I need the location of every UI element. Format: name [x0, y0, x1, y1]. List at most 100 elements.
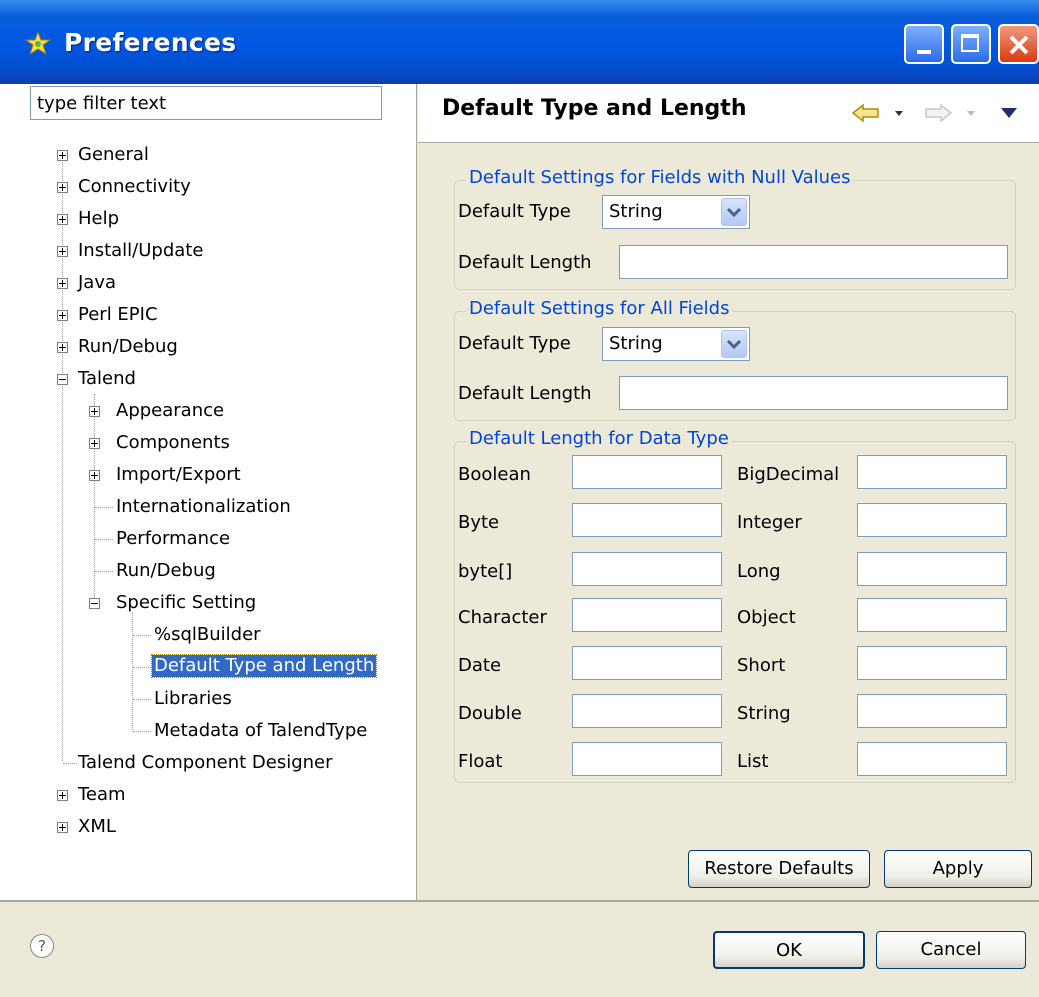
tree-item-components[interactable]: Components — [116, 432, 230, 454]
character-label: Character — [458, 607, 547, 628]
minimize-icon — [917, 50, 931, 54]
expand-toggle[interactable] — [57, 246, 68, 257]
tree-item-perl-epic[interactable]: Perl EPIC — [78, 304, 158, 326]
title-bar[interactable]: Preferences — [0, 0, 1039, 84]
tree-item-libraries[interactable]: Libraries — [154, 688, 232, 710]
boolean-length-input[interactable] — [572, 455, 722, 489]
expand-toggle[interactable] — [57, 790, 68, 801]
all-default-type-select[interactable]: String — [602, 327, 750, 361]
expand-toggle[interactable] — [57, 150, 68, 161]
cancel-button[interactable]: Cancel — [876, 931, 1026, 969]
null-values-group-title: Default Settings for Fields with Null Va… — [466, 167, 854, 188]
null-default-length-input[interactable] — [619, 245, 1008, 279]
expand-toggle[interactable] — [89, 438, 100, 449]
page-title: Default Type and Length — [442, 96, 747, 121]
double-length-input[interactable] — [572, 694, 722, 728]
tree-item-sqlbuilder[interactable]: %sqlBuilder — [154, 624, 261, 646]
boolean-label: Boolean — [458, 464, 531, 485]
expand-toggle[interactable] — [57, 342, 68, 353]
float-label: Float — [458, 751, 503, 772]
byte-array-length-input[interactable] — [572, 552, 722, 586]
byte-label: Byte — [458, 512, 500, 533]
string-label: String — [737, 703, 791, 724]
tree-item-general[interactable]: General — [78, 144, 149, 166]
tree-item-default-type-and-length[interactable]: Default Type and Length — [150, 654, 378, 678]
expand-toggle[interactable] — [57, 278, 68, 289]
maximize-button[interactable] — [951, 24, 991, 64]
expand-toggle[interactable] — [57, 310, 68, 321]
tree-item-internationalization[interactable]: Internationalization — [116, 496, 291, 518]
collapse-toggle[interactable] — [89, 598, 100, 609]
tree-item-appearance[interactable]: Appearance — [116, 400, 224, 422]
float-length-input[interactable] — [572, 742, 722, 776]
object-length-input[interactable] — [857, 598, 1007, 632]
expand-toggle[interactable] — [89, 470, 100, 481]
all-fields-group-title: Default Settings for All Fields — [466, 298, 733, 319]
tree-item-xml[interactable]: XML — [78, 816, 116, 838]
ok-button[interactable]: OK — [713, 931, 865, 969]
default-length-label: Default Length — [458, 383, 592, 404]
tree-item-metadata-of-talendtype[interactable]: Metadata of TalendType — [154, 720, 367, 742]
bigdecimal-label: BigDecimal — [737, 464, 840, 485]
back-arrow-icon[interactable] — [852, 103, 880, 123]
restore-defaults-button[interactable]: Restore Defaults — [688, 850, 870, 888]
object-label: Object — [737, 607, 796, 628]
short-length-input[interactable] — [857, 646, 1007, 680]
null-default-type-select[interactable]: String — [602, 195, 750, 229]
forward-dropdown-icon — [967, 111, 975, 116]
chevron-down-icon[interactable] — [721, 198, 747, 226]
tree-item-run-debug[interactable]: Run/Debug — [78, 336, 178, 358]
bigdecimal-length-input[interactable] — [857, 455, 1007, 489]
expand-toggle[interactable] — [57, 822, 68, 833]
default-type-label: Default Type — [458, 201, 571, 222]
byte-length-input[interactable] — [572, 503, 722, 537]
double-label: Double — [458, 703, 522, 724]
list-label: List — [737, 751, 769, 772]
filter-input[interactable] — [30, 86, 382, 120]
back-dropdown-icon[interactable] — [894, 110, 904, 118]
expand-toggle[interactable] — [57, 182, 68, 193]
list-length-input[interactable] — [857, 742, 1007, 776]
tree-item-help[interactable]: Help — [78, 208, 119, 230]
byte-array-label: byte[] — [458, 561, 513, 582]
tree-item-team[interactable]: Team — [78, 784, 126, 806]
forward-arrow-icon — [925, 103, 952, 123]
chevron-down-icon[interactable] — [721, 330, 747, 358]
integer-length-input[interactable] — [857, 503, 1007, 537]
combo-value: String — [609, 333, 663, 354]
long-label: Long — [737, 561, 781, 582]
collapse-toggle[interactable] — [57, 374, 68, 385]
expand-toggle[interactable] — [89, 406, 100, 417]
close-button[interactable] — [998, 24, 1039, 64]
default-type-label: Default Type — [458, 333, 571, 354]
default-length-label: Default Length — [458, 252, 592, 273]
tree-item-import-export[interactable]: Import/Export — [116, 464, 241, 486]
expand-toggle[interactable] — [57, 214, 68, 225]
tree-item-talend-component-designer[interactable]: Talend Component Designer — [78, 752, 333, 774]
window-title: Preferences — [64, 28, 237, 57]
preferences-icon — [24, 32, 52, 56]
tree-item-java[interactable]: Java — [78, 272, 116, 294]
divider — [0, 900, 1039, 902]
date-length-input[interactable] — [572, 646, 722, 680]
combo-value: String — [609, 201, 663, 222]
tree-item-connectivity[interactable]: Connectivity — [78, 176, 191, 198]
tree-item-install-update[interactable]: Install/Update — [78, 240, 203, 262]
tree-item-talend-run-debug[interactable]: Run/Debug — [116, 560, 216, 582]
tree-item-performance[interactable]: Performance — [116, 528, 230, 550]
string-length-input[interactable] — [857, 694, 1007, 728]
tree-item-talend[interactable]: Talend — [78, 368, 136, 390]
preferences-window: Preferences General Connectivity Help In… — [0, 0, 1039, 997]
help-icon[interactable]: ? — [30, 934, 54, 958]
long-length-input[interactable] — [857, 552, 1007, 586]
all-default-length-input[interactable] — [619, 376, 1008, 410]
close-icon — [1009, 35, 1029, 55]
minimize-button[interactable] — [904, 24, 944, 64]
character-length-input[interactable] — [572, 598, 722, 632]
short-label: Short — [737, 655, 786, 676]
maximize-icon — [961, 34, 979, 52]
apply-button[interactable]: Apply — [884, 850, 1032, 888]
date-label: Date — [458, 655, 502, 676]
view-menu-icon[interactable] — [1000, 107, 1018, 119]
tree-item-specific-setting[interactable]: Specific Setting — [116, 592, 256, 614]
